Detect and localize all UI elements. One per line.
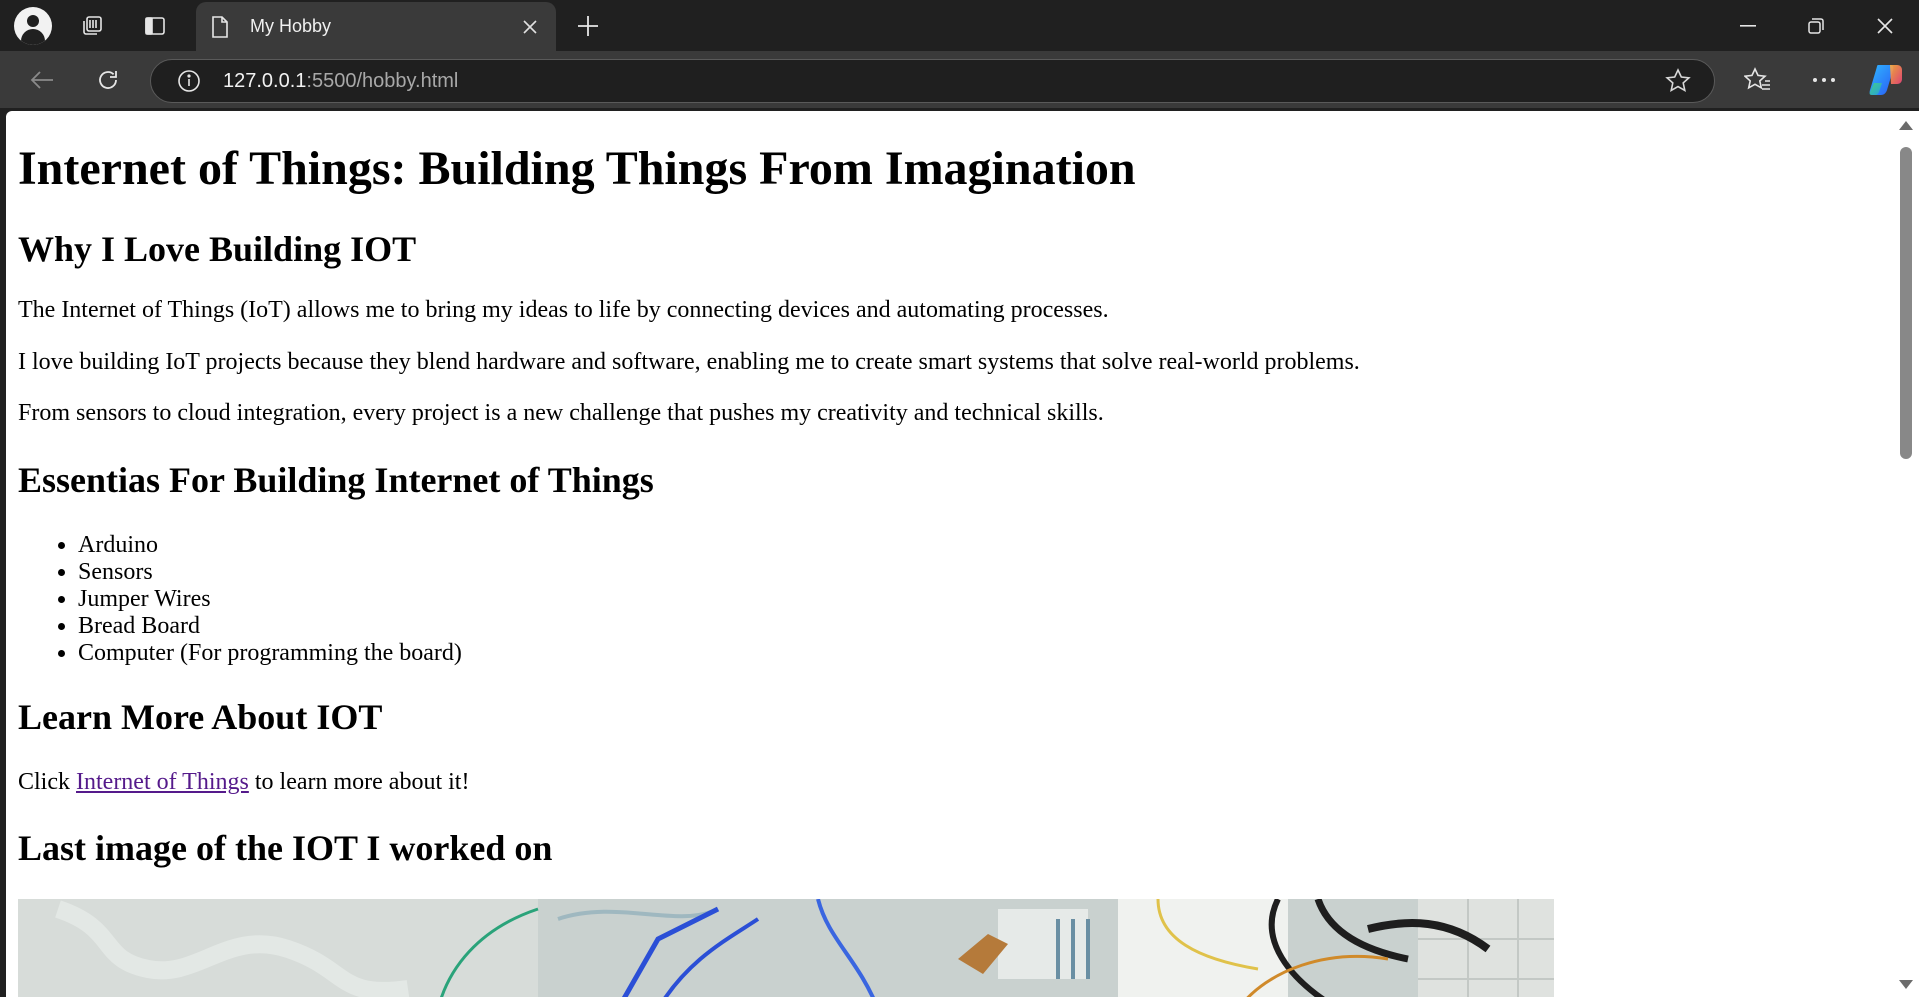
star-icon[interactable] (1658, 61, 1698, 101)
scrollbar-thumb[interactable] (1900, 147, 1912, 459)
list-item: Jumper Wires (78, 586, 462, 613)
iot-project-image (18, 899, 1554, 997)
list-item: Sensors (78, 559, 462, 586)
back-arrow-icon[interactable] (20, 59, 64, 101)
essentials-list: Arduino Sensors Jumper Wires Bread Board… (18, 532, 462, 667)
why-paragraph-3: From sensors to cloud integration, every… (18, 400, 1104, 426)
close-icon[interactable] (510, 7, 550, 47)
url-text[interactable]: 127.0.0.1:5500/hobby.html (223, 70, 1658, 93)
tab-title: My Hobby (250, 16, 332, 36)
restore-icon[interactable] (1782, 0, 1850, 51)
list-item: Computer (For programming the board) (78, 640, 462, 667)
learn-suffix: to learn more about it! (254, 769, 470, 795)
copilot-icon[interactable] (1868, 63, 1904, 97)
minimize-icon[interactable] (1714, 0, 1782, 51)
close-window-icon[interactable] (1851, 0, 1919, 51)
iot-link[interactable]: Internet of Things (76, 769, 249, 795)
plus-icon[interactable] (568, 7, 608, 45)
why-paragraph-2: I love building IoT projects because the… (18, 349, 1360, 375)
address-bar[interactable]: 127.0.0.1:5500/hobby.html (150, 59, 1715, 103)
info-icon[interactable] (175, 67, 203, 95)
browser-toolbar: 127.0.0.1:5500/hobby.html (0, 51, 1919, 108)
url-path: :5500/hobby.html (306, 69, 459, 92)
essentials-heading: Essentias For Building Internet of Thing… (18, 460, 654, 500)
list-item: Arduino (78, 532, 462, 559)
page-viewport: Internet of Things: Building Things From… (6, 111, 1893, 997)
url-host: 127.0.0.1 (223, 69, 307, 92)
profile-icon[interactable] (14, 7, 52, 45)
image-heading: Last image of the IOT I worked on (18, 828, 553, 868)
why-paragraph-1: The Internet of Things (IoT) allows me t… (18, 297, 1109, 323)
scroll-up-icon[interactable] (1899, 121, 1913, 130)
page-title: Internet of Things: Building Things From… (18, 142, 1136, 195)
learn-paragraph: Click Internet of Things to learn more a… (18, 769, 469, 796)
learn-prefix: Click (18, 769, 70, 795)
scroll-down-icon[interactable] (1899, 980, 1913, 989)
more-icon[interactable] (1802, 59, 1846, 101)
tab-actions-icon[interactable] (136, 7, 174, 45)
why-heading: Why I Love Building IOT (18, 229, 417, 269)
learn-heading: Learn More About IOT (18, 697, 383, 737)
reload-icon[interactable] (86, 59, 130, 101)
page-icon (210, 15, 230, 39)
list-item: Bread Board (78, 613, 462, 640)
browser-titlebar: My Hobby (0, 0, 1919, 51)
workspaces-icon[interactable] (73, 7, 111, 45)
favorites-icon[interactable] (1736, 59, 1780, 101)
page-scrollbar[interactable] (1893, 111, 1919, 997)
tab-my-hobby[interactable]: My Hobby (196, 2, 556, 51)
